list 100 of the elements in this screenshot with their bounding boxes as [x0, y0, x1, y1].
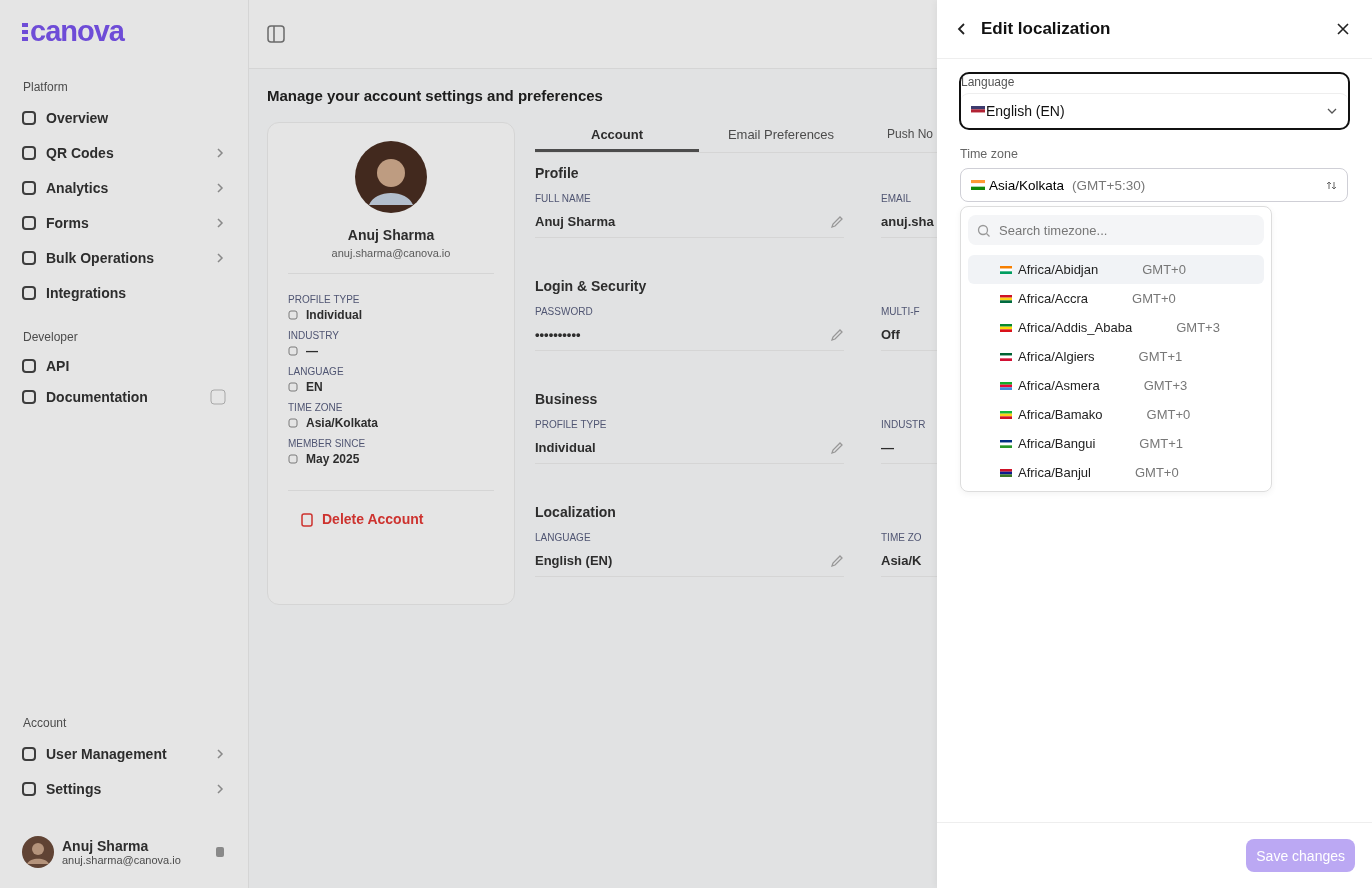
field-label: MULTI-F — [881, 306, 921, 317]
language-field[interactable]: Language English (EN) — [959, 72, 1350, 130]
nav-item[interactable]: Settings — [22, 771, 226, 806]
square-icon — [22, 746, 36, 761]
section-title: Business — [535, 391, 599, 407]
tab[interactable]: Push No — [863, 122, 934, 152]
timezone-option[interactable]: Africa/Bangui GMT+1 — [968, 429, 1264, 458]
timezone-option[interactable]: Africa/Addis_Ababa GMT+3 — [968, 313, 1264, 342]
square-icon — [22, 285, 36, 300]
tab[interactable]: Account — [535, 122, 699, 152]
timezone-option[interactable]: Africa/Banjul GMT+0 — [968, 458, 1264, 487]
field-value: Anuj Sharma — [535, 214, 616, 229]
section-title: Login & Security — [535, 278, 648, 294]
delete-account-button[interactable]: Delete Account — [288, 490, 494, 527]
sidebar-toggle-icon[interactable] — [267, 25, 285, 43]
pencil-icon[interactable] — [830, 327, 844, 342]
nav-item[interactable]: Integrations — [22, 275, 226, 310]
fact-value: Individual — [306, 308, 362, 322]
timezone-option[interactable]: Africa/Bamako GMT+0 — [968, 400, 1264, 429]
nav-item[interactable]: Analytics — [22, 170, 226, 205]
square-icon — [288, 454, 298, 464]
timezone-option[interactable]: Africa/Accra GMT+0 — [968, 284, 1264, 313]
nav-item[interactable]: API — [22, 350, 226, 381]
timezone-name: Asia/Kolkata — [989, 177, 1065, 193]
field-label: FULL NAME — [535, 193, 592, 204]
nav-item[interactable]: Overview — [22, 100, 226, 135]
profile-email: anuj.sharma@canova.io — [288, 247, 494, 274]
section-label: Developer — [23, 330, 79, 344]
tab[interactable]: Email Preferences — [699, 122, 863, 152]
fact-label: PROFILE TYPE — [288, 294, 361, 305]
logo-text: canova — [30, 14, 124, 48]
search-input[interactable]: Search timezone... — [997, 221, 1255, 239]
timezone-option[interactable]: Africa/Asmera GMT+3 — [968, 371, 1264, 400]
section-title: Localization — [535, 504, 617, 520]
nav-item[interactable]: QR Codes — [22, 135, 226, 170]
logo-icon — [22, 20, 28, 42]
flag-icon — [971, 106, 985, 116]
flag-icon — [1000, 439, 1012, 448]
fact-label: TIME ZONE — [288, 402, 344, 413]
square-icon — [22, 781, 36, 796]
field-value: — — [881, 440, 894, 455]
field-value: English (EN) — [535, 553, 613, 568]
pencil-icon[interactable] — [830, 214, 844, 229]
section-title: Profile — [535, 165, 580, 181]
nav-item[interactable]: User Management — [22, 736, 226, 771]
pencil-icon[interactable] — [830, 553, 844, 568]
square-icon — [22, 110, 36, 125]
user-email: anuj.sharma@canova.io — [62, 854, 182, 866]
field-label: Language — [961, 74, 1016, 91]
field-value: Off — [881, 327, 900, 342]
section-label: Account — [23, 716, 68, 730]
fact-value: Asia/Kolkata — [306, 416, 379, 430]
field-value: •••••••••• — [535, 327, 581, 342]
trash-icon — [300, 511, 314, 527]
flag-icon — [1000, 468, 1012, 477]
pencil-icon[interactable] — [830, 440, 844, 455]
field-label: Time zone — [960, 147, 1019, 161]
close-icon[interactable] — [1336, 22, 1350, 36]
nav-item[interactable]: Documentation — [22, 381, 226, 412]
avatar — [355, 141, 427, 213]
profile-name: Anuj Sharma — [346, 227, 436, 243]
chevron-icon — [214, 216, 226, 229]
field-value: Individual — [535, 440, 596, 455]
square-icon — [288, 346, 298, 356]
timezone-select[interactable]: Asia/Kolkata (GMT+5:30) — [960, 168, 1348, 202]
chevron-icon — [214, 146, 226, 159]
field-value: Asia/K — [881, 553, 922, 568]
user-name: Anuj Sharma — [62, 838, 150, 854]
fact-label: MEMBER SINCE — [288, 438, 367, 449]
chevron-icon — [214, 181, 226, 194]
search-icon — [977, 223, 990, 237]
section-label: Platform — [23, 80, 69, 94]
sort-icon — [1326, 179, 1337, 191]
external-link-icon — [210, 388, 226, 405]
drawer-title: Edit localization — [981, 19, 1112, 39]
square-icon — [22, 358, 36, 373]
fact-value: — — [306, 344, 318, 358]
chevron-icon — [214, 251, 226, 264]
field-label: INDUSTR — [881, 419, 927, 430]
timezone-option[interactable]: Africa/Algiers GMT+1 — [968, 342, 1264, 371]
field-label: EMAIL — [881, 193, 912, 204]
flag-icon — [1000, 352, 1012, 361]
nav-item[interactable]: Bulk Operations — [22, 240, 226, 275]
fact-value: May 2025 — [306, 452, 360, 466]
field-label: PASSWORD — [535, 306, 594, 317]
field-label: PROFILE TYPE — [535, 419, 608, 430]
field-label: LANGUAGE — [535, 532, 592, 543]
nav-item[interactable]: Forms — [22, 205, 226, 240]
avatar — [22, 836, 54, 868]
timezone-option[interactable]: Africa/Abidjan GMT+0 — [968, 255, 1264, 284]
chevron-icon — [214, 747, 226, 760]
page-subtitle: Manage your account settings and preferences — [267, 87, 604, 104]
fact-value: EN — [306, 380, 323, 394]
chevron-icon — [214, 782, 226, 795]
fact-label: LANGUAGE — [288, 366, 345, 377]
square-icon — [22, 250, 36, 265]
square-icon — [288, 418, 298, 428]
square-icon — [22, 145, 36, 160]
search-field[interactable]: Search timezone... — [968, 215, 1264, 245]
flag-icon — [1000, 381, 1012, 390]
